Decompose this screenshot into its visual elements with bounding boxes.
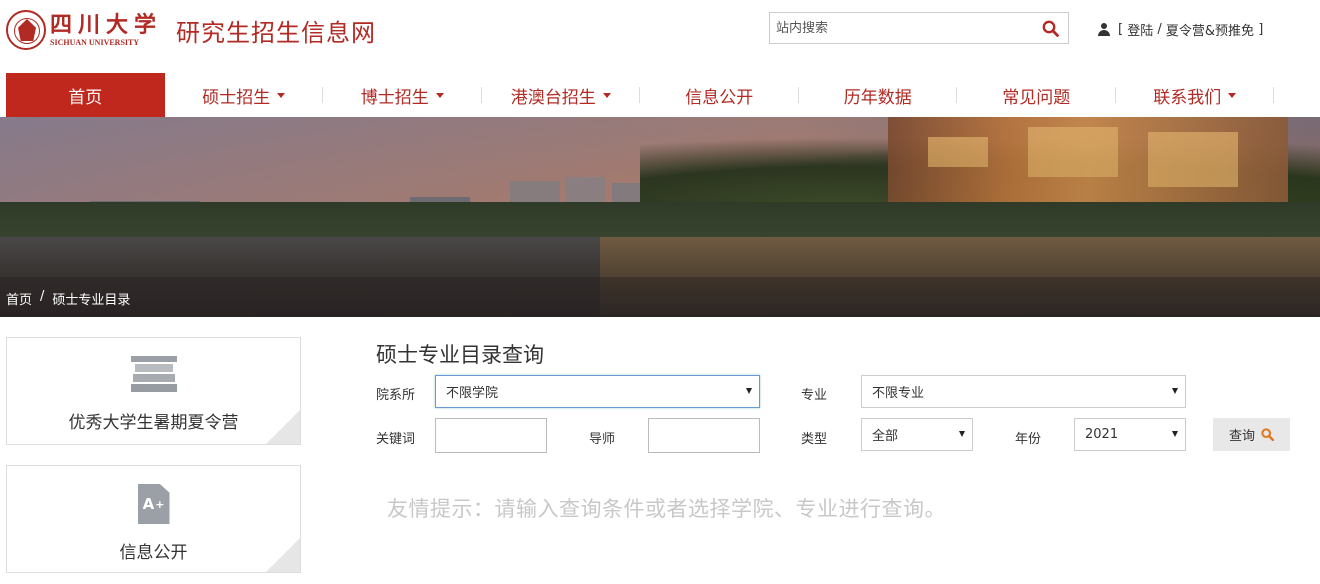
major-label: 专业 [801,388,828,403]
major-select[interactable]: 不限专业 [861,375,1186,408]
nav-item-contact[interactable]: 联系我们 [1116,73,1274,117]
search-icon [1261,428,1274,441]
chevron-down-icon [1228,92,1237,98]
catalog-search-panel: 硕士专业目录查询 院系所 不限学院 专业 不限专业 关键词 导师 类型 全部 年… [376,337,1296,577]
dept-select[interactable]: 不限学院 [435,375,760,408]
chevron-down-icon [1172,431,1178,437]
keyword-input[interactable] [435,418,547,453]
chevron-down-icon [1172,388,1178,394]
nav-item-home[interactable]: 首页 [6,73,165,117]
keyword-label: 关键词 [376,432,416,447]
nav-item-masters[interactable]: 硕士招生 [165,73,323,117]
logo-name-cn: 四川大学 [50,12,163,38]
year-label: 年份 [1015,432,1042,447]
hint-text: 友情提示：请输入查询条件或者选择学院、专业进行查询。 [387,497,946,521]
chevron-down-icon [277,92,286,98]
breadcrumb-home[interactable]: 首页 [6,289,32,308]
page-title: 硕士专业目录查询 [376,343,544,367]
year-select[interactable]: 2021 [1074,418,1186,451]
chevron-down-icon [602,92,611,98]
summer-camp-card[interactable]: 优秀大学生暑期夏令营 [6,337,301,445]
chevron-down-icon [435,92,444,98]
search-button[interactable] [1032,13,1068,43]
header: 四川大学 SICHUAN UNIVERSITY 研究生招生信息网 [ 登陆 / … [0,0,1320,72]
user-links: [ 登陆 / 夏令营&预推免 ] [1098,20,1263,39]
login-link[interactable]: 登陆 [1127,20,1153,39]
type-select[interactable]: 全部 [861,418,973,451]
advisor-input[interactable] [648,418,760,453]
nav-item-faq[interactable]: 常见问题 [957,73,1116,117]
document-plus-icon: A + [137,484,170,524]
breadcrumb-current: 硕士专业目录 [52,293,131,308]
site-search [769,12,1069,44]
campus-banner: 首页 / 硕士专业目录 [0,117,1320,317]
user-icon [1098,23,1110,36]
dept-label: 院系所 [376,388,416,403]
logo-name-en: SICHUAN UNIVERSITY [50,38,140,47]
nav-item-doctoral[interactable]: 博士招生 [323,73,482,117]
chevron-down-icon [959,431,965,437]
nav-item-history[interactable]: 历年数据 [799,73,957,117]
nav-item-hmt[interactable]: 港澳台招生 [482,73,640,117]
search-icon [1042,20,1059,37]
university-seal-icon [6,10,46,50]
summer-camp-link[interactable]: 夏令营&预推免 [1166,20,1254,39]
graduation-cap-icon [130,356,177,394]
breadcrumb: 首页 / 硕士专业目录 [6,289,131,308]
info-disclosure-card[interactable]: A + 信息公开 [6,465,301,573]
main-nav: 首页 硕士招生 博士招生 港澳台招生 信息公开 历年数据 常见问题 联系我们 [6,73,1320,117]
query-button[interactable]: 查询 [1213,418,1290,451]
chevron-down-icon [746,388,752,394]
nav-item-disclosure[interactable]: 信息公开 [640,73,799,117]
type-label: 类型 [801,432,828,447]
university-logo[interactable]: 四川大学 SICHUAN UNIVERSITY 研究生招生信息网 [6,10,376,50]
site-title: 研究生招生信息网 [176,18,377,47]
info-disclosure-card-label: 信息公开 [119,543,188,563]
advisor-label: 导师 [589,432,616,447]
search-input[interactable] [770,13,1032,43]
summer-camp-card-label: 优秀大学生暑期夏令营 [68,413,239,433]
